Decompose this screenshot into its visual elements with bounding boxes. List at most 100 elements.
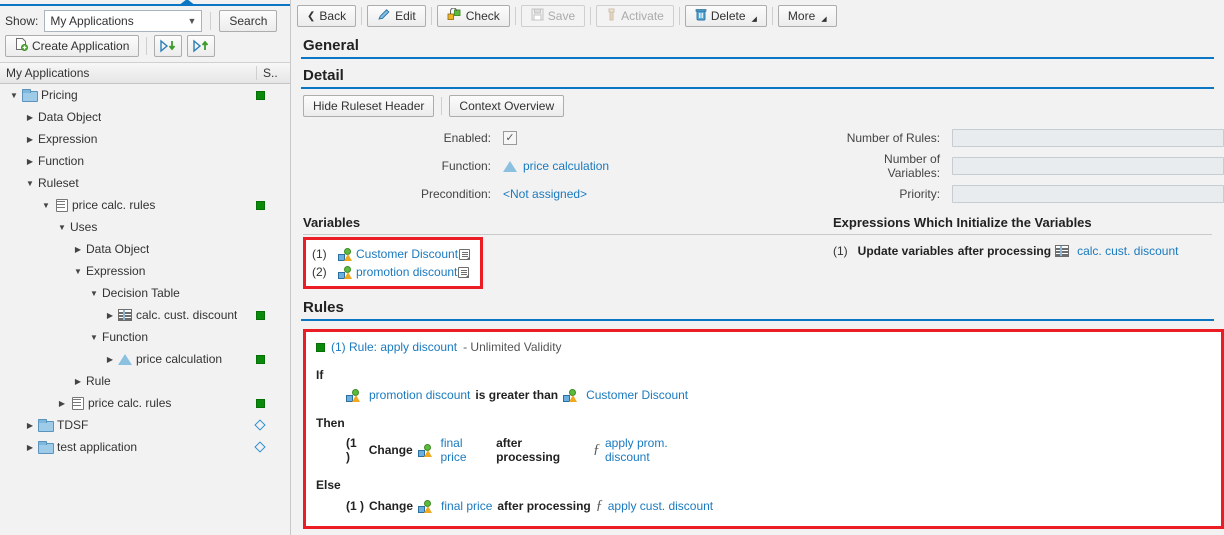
tree-item-label: Ruleset (38, 176, 79, 190)
chevron-right-icon[interactable]: ▶ (70, 377, 86, 386)
variables-list: (1) Customer Discount (2) promotion discoun… (306, 240, 480, 286)
tree-item-data-object[interactable]: ▶ Data Object (0, 106, 290, 128)
enabled-row: Enabled: ✓ (303, 129, 831, 147)
check-button[interactable]: Check (436, 5, 510, 27)
activate-button: Activate (596, 5, 674, 27)
panel-splitter[interactable] (0, 0, 290, 6)
tree-item-price-calculation[interactable]: ▶ price calculation (0, 348, 290, 370)
variable-link[interactable]: Customer Discount (356, 247, 458, 261)
edit-button[interactable]: Edit (367, 5, 426, 27)
applications-actions-toolbar: Create Application (0, 35, 290, 62)
context-overview-button[interactable]: Context Overview (449, 95, 565, 117)
expression-connector: after processing (957, 244, 1052, 258)
chevron-right-icon[interactable]: ▶ (54, 399, 70, 408)
dropdown-arrow-icon[interactable]: ◢ (752, 15, 757, 23)
else-function-link[interactable]: apply cust. discount (608, 499, 713, 513)
tree-item-test-application[interactable]: ▶ test application (0, 436, 290, 458)
chevron-right-icon[interactable]: ▶ (22, 443, 38, 452)
activate-label: Activate (621, 9, 664, 23)
delete-button[interactable]: Delete ◢ (684, 5, 767, 27)
chevron-right-icon[interactable]: ▶ (102, 311, 118, 320)
priority-row: Priority: (831, 185, 1224, 203)
if-right-operand[interactable]: Customer Discount (586, 388, 688, 402)
chevron-right-icon[interactable]: ▶ (22, 113, 38, 122)
precondition-row: Precondition: <Not assigned> (303, 185, 831, 203)
tree-item-tdsf[interactable]: ▶ TDSF (0, 414, 290, 436)
detail-form: Enabled: ✓ Function: price calculation P… (291, 123, 1224, 203)
tree-item-label: Uses (70, 220, 98, 234)
rules-area: (1) Rule: apply discount - Unlimited Val… (291, 321, 1224, 529)
function-value[interactable]: price calculation (503, 159, 609, 173)
chevron-down-icon[interactable]: ▼ (54, 223, 70, 232)
tree-item-label: Expression (38, 132, 98, 146)
chevron-right-icon[interactable]: ▶ (102, 355, 118, 364)
more-dropdown-arrow-icon[interactable]: ◢ (821, 15, 826, 23)
tree-item-price-calc-rules[interactable]: ▶ price calc. rules (0, 392, 290, 414)
tree-item-status (254, 441, 290, 453)
mt-div-3 (514, 7, 516, 25)
tree-item-calc-cust-discount[interactable]: ▶ calc. cust. discount (0, 304, 290, 326)
chevron-down-icon[interactable]: ▼ (70, 267, 86, 276)
tree-item-label: test application (57, 440, 138, 454)
more-button[interactable]: More ◢ (777, 5, 837, 27)
tree-item-decision-table[interactable]: ▼ Decision Table (0, 282, 290, 304)
search-button[interactable]: Search (219, 10, 278, 32)
tree-item-pricing[interactable]: ▼ Pricing (0, 84, 290, 106)
decision-table-icon (118, 309, 132, 321)
tree-item-rule[interactable]: ▶ Rule (0, 370, 290, 392)
variable-detail-icon[interactable] (459, 248, 471, 260)
variable-icon (346, 388, 361, 402)
chevron-down-icon[interactable]: ▼ (22, 179, 38, 188)
chevron-right-icon[interactable]: ▶ (22, 421, 38, 430)
then-connector: after processing (496, 436, 561, 464)
status-inactive-icon (254, 419, 266, 431)
variable-row[interactable]: (2) promotion discount (306, 263, 480, 281)
mt-div-5 (678, 7, 680, 25)
chevron-right-icon[interactable]: ▶ (22, 135, 38, 144)
tree-item-function[interactable]: ▶ Function (0, 150, 290, 172)
then-target[interactable]: final price (441, 436, 492, 464)
function-link[interactable]: price calculation (523, 159, 609, 173)
collapse-up-icon[interactable] (178, 0, 196, 6)
then-function-link[interactable]: apply prom. discount (605, 436, 714, 464)
expression-target-link[interactable]: calc. cust. discount (1077, 244, 1178, 258)
detail-section-title: Detail (303, 67, 344, 84)
chevron-down-icon[interactable]: ▼ (6, 91, 22, 100)
floppy-disk-icon (531, 8, 544, 24)
collapse-all-button[interactable] (187, 35, 216, 57)
back-button[interactable]: ❮ Back (297, 5, 357, 27)
precondition-link[interactable]: <Not assigned> (503, 187, 587, 201)
detail-form-right: Number of Rules: Number of Variables: Pr… (831, 129, 1224, 203)
create-application-button[interactable]: Create Application (5, 35, 140, 57)
hide-ruleset-header-label: Hide Ruleset Header (313, 99, 425, 113)
expand-all-button[interactable] (154, 35, 183, 57)
variable-detail-icon[interactable] (458, 266, 470, 278)
trash-icon (695, 8, 707, 24)
chevron-right-icon[interactable]: ▶ (70, 245, 86, 254)
tree-item-expression[interactable]: ▶ Expression (0, 128, 290, 150)
tree-item-ruleset[interactable]: ▼ Ruleset (0, 172, 290, 194)
chevron-down-icon[interactable]: ▼ (86, 333, 102, 342)
search-button-label: Search (229, 14, 268, 28)
variable-row[interactable]: (1) Customer Discount (306, 245, 480, 263)
tree-item-uses[interactable]: ▼ Uses (0, 216, 290, 238)
chevron-down-icon[interactable]: ▼ (38, 201, 54, 210)
hide-ruleset-header-button[interactable]: Hide Ruleset Header (303, 95, 435, 117)
variable-link[interactable]: promotion discount (356, 265, 457, 279)
chevron-right-icon[interactable]: ▶ (22, 157, 38, 166)
tree-item-status (256, 90, 290, 100)
if-operator: is greater than (475, 388, 559, 402)
back-label: Back (319, 9, 347, 23)
enabled-checkbox[interactable]: ✓ (503, 131, 517, 145)
tree-item-data-object[interactable]: ▶ Data Object (0, 238, 290, 260)
if-left-operand[interactable]: promotion discount (369, 388, 470, 402)
chevron-down-icon[interactable]: ▼ (86, 289, 102, 298)
variable-icon (563, 388, 578, 402)
tree-item-function[interactable]: ▼ Function (0, 326, 290, 348)
else-target[interactable]: final price (441, 499, 492, 513)
tree-item-price-calc-rules[interactable]: ▼ price calc. rules (0, 194, 290, 216)
tree-item-expression[interactable]: ▼ Expression (0, 260, 290, 282)
rule-link[interactable]: (1) Rule: apply discount (331, 340, 457, 354)
tree-item-label: TDSF (57, 418, 89, 432)
applications-filter-select[interactable]: My Applications ▼ (44, 10, 203, 32)
